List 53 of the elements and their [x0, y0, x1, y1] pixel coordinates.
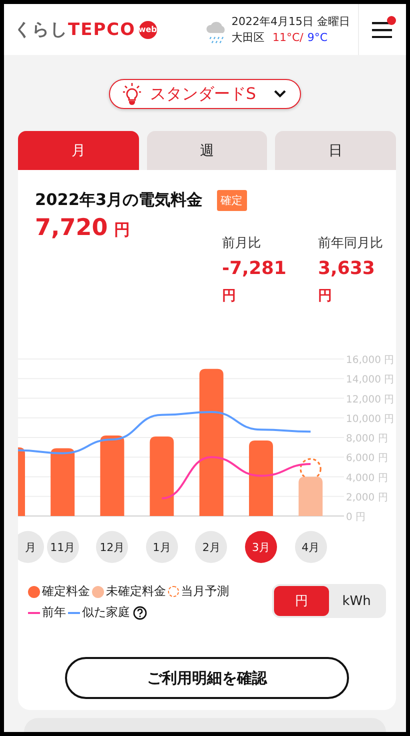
month-button[interactable]: 1月 [146, 531, 178, 563]
unit-option[interactable]: kWh [329, 586, 384, 616]
legend-label: 当月予測 [181, 583, 229, 600]
axis-tick-label: 4,000 円 [346, 472, 388, 484]
logo-badge: web [138, 20, 157, 38]
tab[interactable]: 週 [146, 131, 268, 170]
bar [298, 476, 323, 516]
weather-area: 大田区 [232, 30, 264, 46]
rain-cloud-icon [206, 20, 228, 44]
currency-unit: 円 [318, 287, 333, 305]
axis-tick-label: 2,000 円 [346, 492, 388, 504]
comparison-label: 前月比 [222, 235, 262, 252]
axis-tick-label: 16,000 円 [346, 355, 393, 366]
high-temperature: 11°C/ [272, 30, 304, 46]
legend-label: 確定料金 [42, 583, 90, 600]
month-button[interactable]: 11月 [46, 531, 79, 563]
plan-select[interactable]: スタンダードS [108, 79, 302, 109]
status-badge: 確定 [216, 190, 247, 211]
axis-tick-label: 0 円 [346, 512, 366, 523]
axis-tick-label: 6,000 円 [346, 453, 388, 464]
axis-tick-label: 10,000 円 [346, 414, 393, 425]
month-button[interactable]: 2月 [195, 531, 228, 563]
chevron-down-icon [274, 90, 286, 98]
tab[interactable]: 月 [18, 131, 139, 170]
low-temperature: 9°C [307, 30, 328, 46]
legend-label: 似た家庭 [82, 604, 130, 621]
logo-text: くらしTEPCO [14, 19, 136, 41]
axis-tick-label: 14,000 円 [346, 374, 393, 386]
month-button[interactable]: 月 [18, 531, 44, 563]
comparison-value: -7,281 [222, 258, 288, 279]
axis-tick-label: 8,000 円 [346, 434, 388, 444]
month-button[interactable]: 12月 [96, 531, 128, 563]
comparison-label: 前年同月比 [318, 235, 384, 252]
bar [18, 447, 25, 516]
tab[interactable]: 日 [275, 131, 396, 170]
axis-tick-label: 12,000 円 [346, 394, 393, 406]
currency-unit: 円 [114, 220, 130, 241]
comparison-value: 3,633 [318, 258, 376, 279]
lightbulb-icon [122, 83, 142, 105]
weather-date: 2022年4月15日 金曜日 [232, 14, 350, 30]
forecast-marker [300, 458, 322, 480]
legend-label: 未確定料金 [106, 583, 166, 600]
currency-unit: 円 [222, 287, 237, 305]
legend-label: 前年 [42, 604, 66, 621]
month-button[interactable]: 4月 [294, 531, 327, 563]
unit-option[interactable]: 円 [274, 586, 329, 616]
bar [50, 448, 75, 516]
menu-icon [372, 22, 394, 38]
month-button[interactable]: 3月 [245, 531, 277, 563]
help-icon[interactable] [133, 606, 147, 620]
bill-title: 2022年3月の電気料金 [35, 190, 203, 211]
details-button[interactable]: ご利用明細を確認 [65, 657, 349, 699]
bill-amount: 7,720 [35, 215, 108, 241]
